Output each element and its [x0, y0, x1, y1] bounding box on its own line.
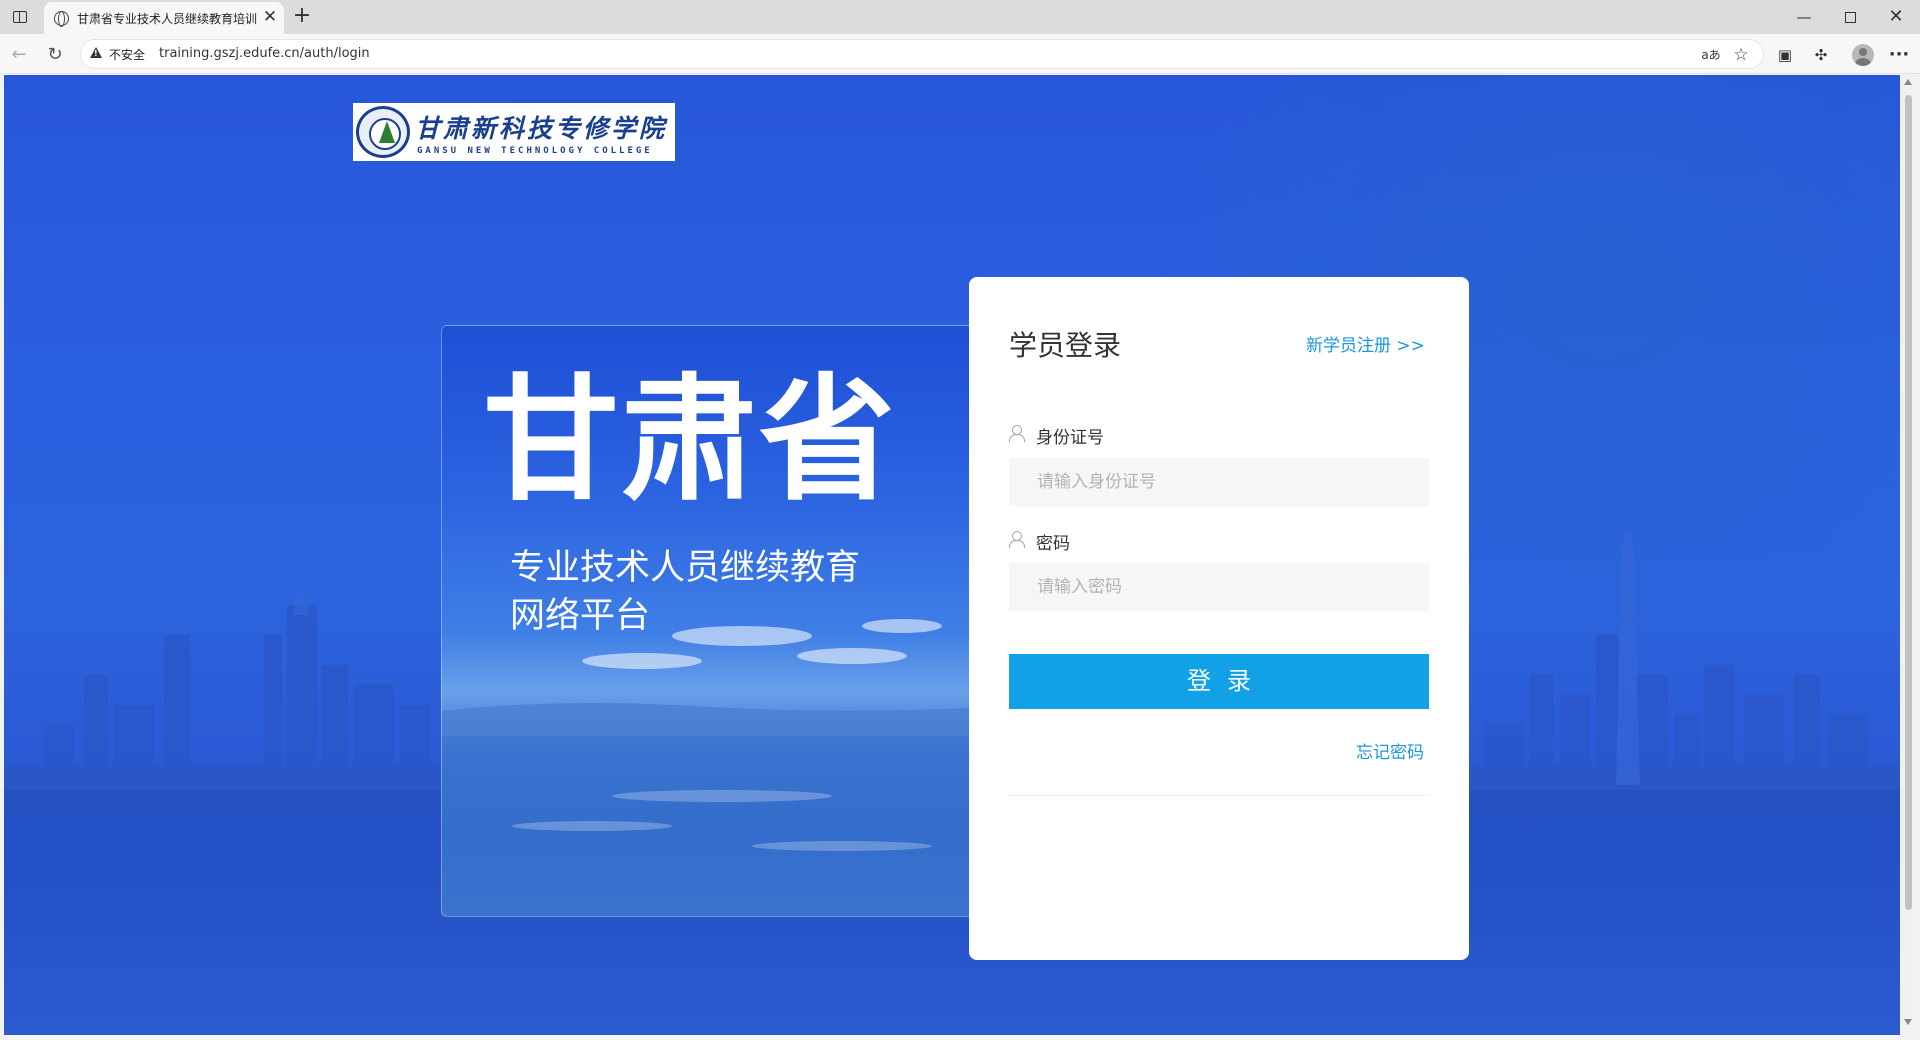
tab-close-button[interactable]: ✕ [261, 7, 279, 27]
register-link[interactable]: 新学员注册 >> [1306, 331, 1425, 356]
banner-title: 甘肃省 [483, 362, 897, 520]
window-restore-button[interactable] [1826, 0, 1874, 34]
scroll-down-arrow-icon[interactable] [1904, 1019, 1912, 1025]
password-label: 密码 [1009, 529, 1129, 554]
logo-name-en: GANSU NEW TECHNOLOGY COLLEGE [417, 146, 653, 156]
profile-avatar-button[interactable] [1850, 42, 1876, 68]
logo-name-cn: 甘肃新科技专修学院 [415, 114, 668, 143]
tab-actions-icon [13, 11, 27, 23]
scrollbar-thumb[interactable] [1905, 95, 1912, 910]
college-logo[interactable]: 甘肃新科技专修学院 GANSU NEW TECHNOLOGY COLLEGE [353, 103, 675, 161]
url-text[interactable]: training.gszj.edufe.cn/auth/login [159, 46, 370, 61]
extension-icon[interactable]: ▣ [1772, 42, 1798, 68]
banner-subtitle: 专业技术人员继续教育 网络平台 [510, 544, 950, 640]
favorite-star-icon[interactable]: ☆ [1729, 44, 1753, 66]
login-heading: 学员登录 [1009, 329, 1122, 362]
login-divider [1009, 795, 1429, 796]
window-close-button[interactable]: ✕ [1872, 0, 1920, 34]
avatar-icon [1852, 44, 1874, 66]
password-label-text: 密码 [1036, 534, 1070, 554]
browser-toolbar: ← ↻ 不安全 training.gszj.edufe.cn/auth/logi… [0, 34, 1920, 74]
login-card: 学员登录 新学员注册 >> 身份证号 密码 登录 忘记密码 [969, 277, 1469, 960]
restore-icon [1844, 12, 1856, 23]
college-emblem-icon [356, 106, 410, 158]
promo-banner: 甘肃省 专业技术人员继续教育 网络平台 [441, 325, 971, 917]
id-number-input[interactable] [1009, 458, 1429, 506]
user-icon [1009, 425, 1025, 442]
extensions-puzzle-icon[interactable]: ✣ [1808, 42, 1834, 68]
page-scrollbar[interactable] [1900, 75, 1916, 1035]
tab-actions-button[interactable] [8, 6, 32, 28]
translate-icon[interactable]: aあ [1699, 44, 1723, 66]
user-icon [1009, 531, 1025, 548]
globe-icon [54, 11, 69, 27]
id-number-label: 身份证号 [1009, 423, 1129, 448]
more-menu-button[interactable]: ··· [1886, 42, 1912, 68]
warning-icon [90, 47, 102, 58]
password-input[interactable] [1009, 563, 1429, 611]
window-minimize-button[interactable]: — [1780, 0, 1828, 34]
insecure-badge[interactable]: 不安全 [109, 46, 145, 63]
tab-title: 甘肃省专业技术人员继续教育培训 [77, 12, 257, 26]
back-button[interactable]: ← [6, 42, 32, 68]
tab-strip: 甘肃省专业技术人员继续教育培训 ✕ + — ✕ [0, 0, 1920, 34]
banner-subtitle-line2: 网络平台 [510, 596, 651, 636]
forgot-password-link[interactable]: 忘记密码 [1356, 738, 1424, 763]
address-bar[interactable]: 不安全 training.gszj.edufe.cn/auth/login aあ… [80, 39, 1764, 69]
id-number-label-text: 身份证号 [1036, 428, 1104, 448]
page-viewport: 甘肃新科技专修学院 GANSU NEW TECHNOLOGY COLLEGE 甘… [4, 75, 1900, 1035]
new-tab-button[interactable]: + [290, 3, 314, 29]
browser-tab-active[interactable]: 甘肃省专业技术人员继续教育培训 ✕ [44, 2, 284, 34]
reload-button[interactable]: ↻ [42, 42, 68, 68]
scroll-up-arrow-icon[interactable] [1904, 79, 1912, 85]
banner-subtitle-line1: 专业技术人员继续教育 [510, 548, 861, 588]
login-button[interactable]: 登录 [1009, 654, 1429, 709]
